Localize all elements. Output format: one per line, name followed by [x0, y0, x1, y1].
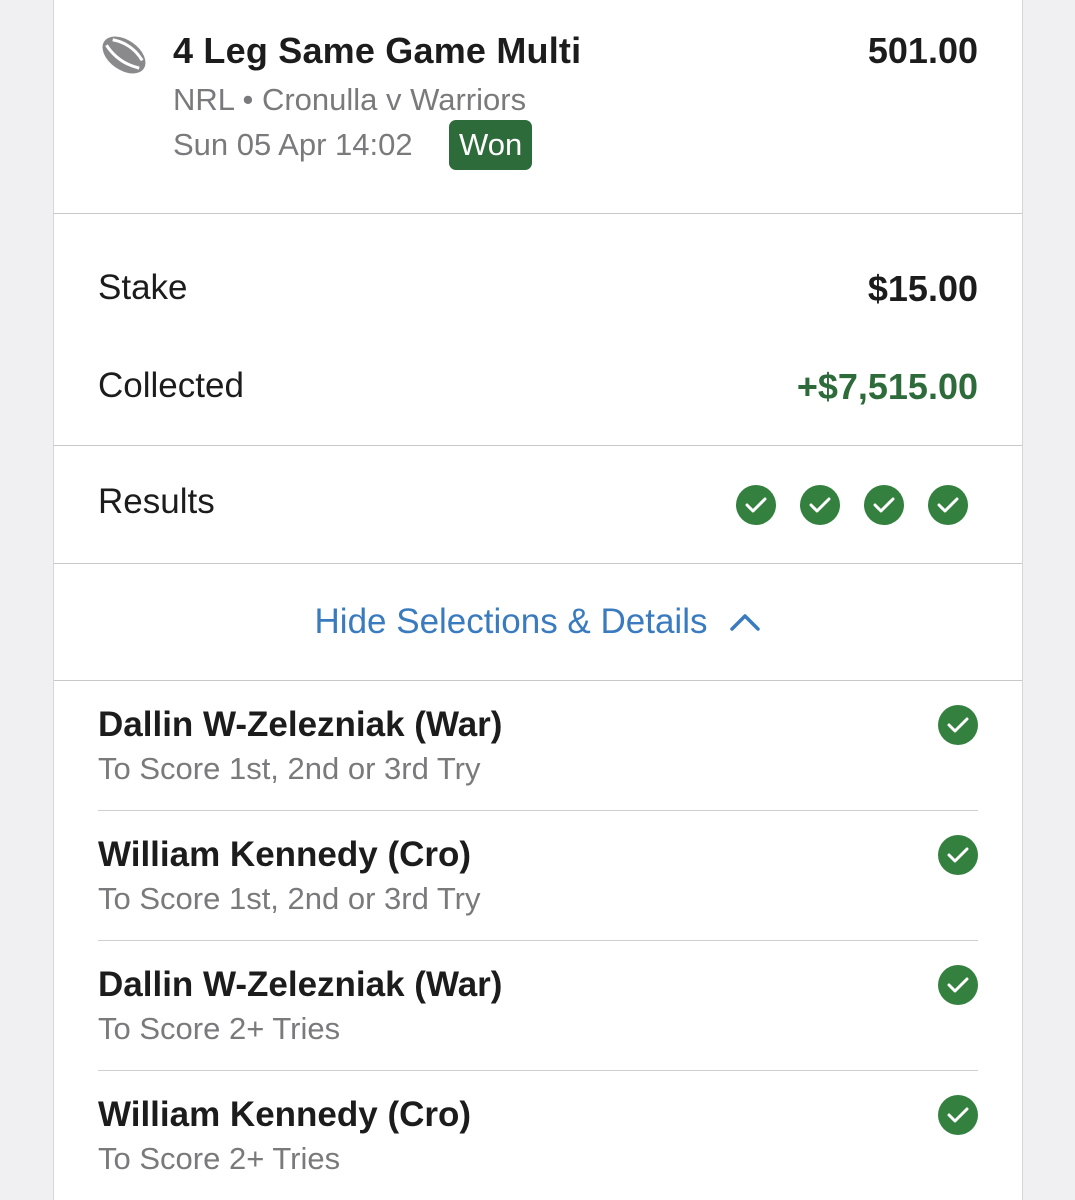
- check-circle-icon: [938, 1095, 978, 1135]
- selection-name: William Kennedy (Cro): [98, 835, 472, 874]
- hide-selections-label: Hide Selections & Details: [314, 602, 708, 641]
- selection-item: Dallin W-Zelezniak (War) To Score 2+ Tri…: [98, 941, 978, 1071]
- selection-market: To Score 1st, 2nd or 3rd Try: [98, 881, 481, 916]
- collected-value: +$7,515.00: [796, 366, 978, 407]
- bet-card: 4 Leg Same Game Multi 501.00 NRL • Cronu…: [53, 0, 1023, 1200]
- chevron-up-icon: [730, 614, 761, 631]
- selection-item: Dallin W-Zelezniak (War) To Score 1st, 2…: [98, 681, 978, 811]
- check-circle-icon: [938, 705, 978, 745]
- event-date: Sun 05 Apr 14:02: [173, 127, 413, 162]
- selection-name: Dallin W-Zelezniak (War): [98, 965, 503, 1004]
- results-label: Results: [98, 482, 215, 521]
- selections-list: Dallin W-Zelezniak (War) To Score 1st, 2…: [54, 681, 1022, 1200]
- selection-name: William Kennedy (Cro): [98, 1095, 472, 1134]
- status-badge: Won: [449, 120, 533, 170]
- selection-market: To Score 1st, 2nd or 3rd Try: [98, 751, 481, 786]
- amounts-section: Stake $15.00 Collected +$7,515.00: [54, 214, 1022, 446]
- bet-header: 4 Leg Same Game Multi 501.00 NRL • Cronu…: [54, 0, 1022, 214]
- check-circle-icon: [928, 485, 968, 525]
- bet-title: 4 Leg Same Game Multi: [173, 30, 582, 71]
- hide-selections-button[interactable]: Hide Selections & Details: [54, 564, 1022, 681]
- selection-name: Dallin W-Zelezniak (War): [98, 705, 503, 744]
- check-circle-icon: [800, 485, 840, 525]
- check-circle-icon: [938, 835, 978, 875]
- selection-item: William Kennedy (Cro) To Score 2+ Tries: [98, 1071, 978, 1200]
- bet-odds: 501.00: [867, 30, 978, 71]
- selection-market: To Score 2+ Tries: [98, 1141, 341, 1176]
- results-leg-icons: [736, 485, 968, 525]
- rugby-ball-icon: [102, 36, 146, 74]
- event-name: NRL • Cronulla v Warriors: [173, 82, 527, 117]
- stake-value: $15.00: [867, 268, 978, 309]
- selection-item: William Kennedy (Cro) To Score 1st, 2nd …: [98, 811, 978, 941]
- collected-label: Collected: [98, 366, 244, 405]
- check-circle-icon: [736, 485, 776, 525]
- results-section: Results: [54, 446, 1022, 564]
- selection-market: To Score 2+ Tries: [98, 1011, 341, 1046]
- stake-label: Stake: [98, 268, 188, 307]
- check-circle-icon: [938, 965, 978, 1005]
- check-circle-icon: [864, 485, 904, 525]
